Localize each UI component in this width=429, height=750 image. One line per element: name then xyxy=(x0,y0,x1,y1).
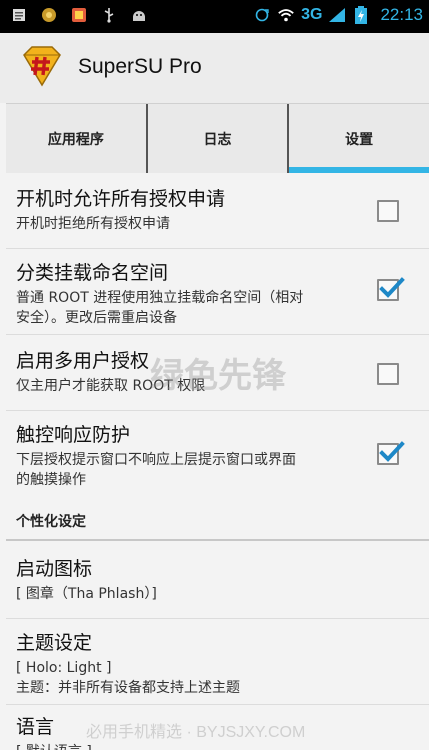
setting-title: 触控响应防护 xyxy=(16,424,131,446)
setting-launcher-icon[interactable]: 启动图标 [ 图章（Tha Phlash）] xyxy=(6,541,429,619)
notes-icon xyxy=(10,6,28,24)
summary-line: [ Holo: Light ] xyxy=(16,660,112,676)
setting-tapjacking-protection[interactable]: 触控响应防护 下层授权提示窗口不响应上层提示窗口或界面 的触摸操作 xyxy=(6,411,429,501)
gallery-icon xyxy=(70,6,88,24)
tab-bar: 应用程序 日志 设置 xyxy=(6,103,429,173)
setting-title: 分类挂载命名空间 xyxy=(16,262,169,284)
tab-logs[interactable]: 日志 xyxy=(145,104,288,173)
summary-line: 普通 ROOT 进程使用独立挂载命名空间（相对 xyxy=(16,290,304,306)
checkbox-checked[interactable] xyxy=(377,441,405,465)
setting-title: 启动图标 xyxy=(16,558,93,580)
checkmark-icon xyxy=(379,277,405,298)
tab-label: 日志 xyxy=(203,131,232,148)
section-header-personalization: 个性化设定 xyxy=(6,501,429,541)
android-icon xyxy=(130,6,148,24)
status-bar: 3G 22:13 xyxy=(0,0,429,33)
setting-title: 开机时允许所有授权申请 xyxy=(16,188,226,210)
summary-line: 主题：并非所有设备都支持上述主题 xyxy=(16,680,240,696)
setting-summary: [ 图章（Tha Phlash）] xyxy=(16,586,157,602)
setting-summary: [ 默认语言 ] xyxy=(16,742,359,750)
setting-multiuser[interactable]: 启用多用户授权 仅主用户才能获取 ROOT 权限 xyxy=(6,335,429,411)
setting-summary: 普通 ROOT 进程使用独立挂载命名空间（相对 安全）。更改后需重启设备 xyxy=(16,288,359,328)
summary-line: 安全）。更改后需重启设备 xyxy=(16,310,177,326)
tab-apps[interactable]: 应用程序 xyxy=(6,104,146,173)
setting-title: 启用多用户授权 xyxy=(16,350,150,372)
notification-icons xyxy=(10,6,148,24)
summary-line: 下层授权提示窗口不响应上层提示窗口或界面 xyxy=(16,452,296,468)
setting-summary: 仅主用户才能获取 ROOT 权限 xyxy=(16,378,206,394)
setting-theme[interactable]: 主题设定 [ Holo: Light ] 主题：并非所有设备都支持上述主题 xyxy=(6,619,429,705)
setting-summary: 下层授权提示窗口不响应上层提示窗口或界面 的触摸操作 xyxy=(16,450,359,490)
tab-settings[interactable]: 设置 xyxy=(287,104,429,173)
supersu-logo-icon[interactable] xyxy=(20,45,64,89)
checkmark-icon xyxy=(379,441,405,462)
settings-list: 开机时允许所有授权申请 开机时拒绝所有授权申请 分类挂载命名空间 普通 ROOT… xyxy=(6,173,429,750)
summary-line: 的触摸操作 xyxy=(16,472,86,488)
action-bar: SuperSU Pro xyxy=(0,33,429,103)
setting-mount-namespace[interactable]: 分类挂载命名空间 普通 ROOT 进程使用独立挂载命名空间（相对 安全）。更改后… xyxy=(6,249,429,335)
tab-label: 设置 xyxy=(345,131,374,148)
usb-icon xyxy=(100,6,118,24)
system-status: 3G 22:13 xyxy=(253,5,423,25)
clock: 22:13 xyxy=(380,5,423,24)
app-icon xyxy=(40,6,58,24)
app-title: SuperSU Pro xyxy=(78,55,202,78)
checkbox-unchecked[interactable] xyxy=(377,363,399,385)
checkbox-unchecked[interactable] xyxy=(377,200,399,222)
tab-label: 应用程序 xyxy=(47,131,104,148)
checkbox-checked[interactable] xyxy=(377,277,405,301)
setting-summary: 开机时拒绝所有授权申请 xyxy=(16,216,170,232)
setting-language[interactable]: 语言 [ 默认语言 ] xyxy=(6,705,429,750)
battery-charging-icon xyxy=(352,6,370,24)
setting-title: 语言 xyxy=(16,716,55,738)
wifi-icon xyxy=(277,6,295,24)
network-type: 3G xyxy=(301,6,323,23)
setting-grant-all-at-boot[interactable]: 开机时允许所有授权申请 开机时拒绝所有授权申请 xyxy=(6,173,429,249)
setting-summary: [ Holo: Light ] 主题：并非所有设备都支持上述主题 xyxy=(16,658,359,698)
setting-title: 主题设定 xyxy=(16,632,93,654)
signal-icon xyxy=(328,6,346,24)
sync-icon xyxy=(253,6,271,24)
